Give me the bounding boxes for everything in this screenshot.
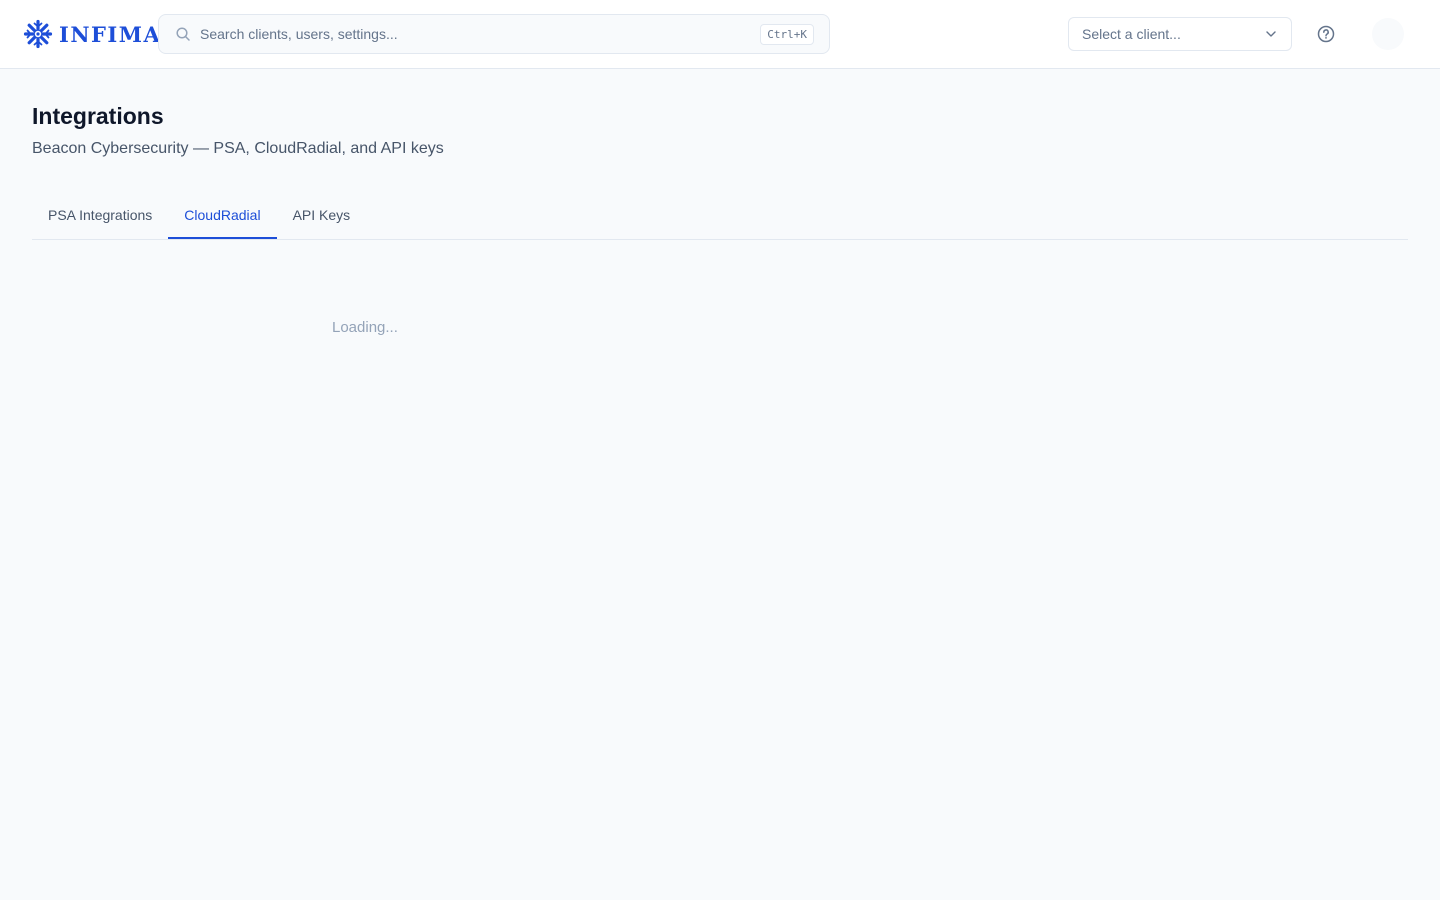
user-avatar[interactable] bbox=[1372, 18, 1404, 50]
help-button[interactable] bbox=[1314, 22, 1338, 46]
search-input[interactable] bbox=[200, 26, 761, 42]
loading-indicator: Loading... bbox=[332, 319, 398, 336]
top-bar: INFIMA Ctrl+K Select a client... bbox=[0, 0, 1440, 69]
page-subtitle: Beacon Cybersecurity — PSA, CloudRadial,… bbox=[32, 140, 444, 157]
brand-logo[interactable]: INFIMA bbox=[23, 18, 161, 50]
help-circle-icon bbox=[1317, 25, 1335, 43]
brand-name: INFIMA bbox=[59, 21, 162, 47]
client-select-placeholder: Select a client... bbox=[1082, 26, 1181, 42]
search-icon bbox=[176, 27, 190, 41]
tab-cloudradial[interactable]: CloudRadial bbox=[168, 192, 277, 239]
global-search[interactable]: Ctrl+K bbox=[158, 14, 830, 54]
integration-tabs: PSA Integrations CloudRadial API Keys bbox=[32, 192, 1408, 240]
search-shortcut-hint: Ctrl+K bbox=[760, 23, 814, 45]
chevron-down-icon bbox=[1266, 31, 1276, 37]
snowflake-logo-icon bbox=[23, 19, 53, 49]
page-title: Integrations bbox=[32, 103, 164, 129]
client-select-dropdown[interactable]: Select a client... bbox=[1068, 17, 1292, 51]
tab-psa-integrations[interactable]: PSA Integrations bbox=[32, 192, 168, 239]
tab-api-keys[interactable]: API Keys bbox=[277, 192, 367, 239]
